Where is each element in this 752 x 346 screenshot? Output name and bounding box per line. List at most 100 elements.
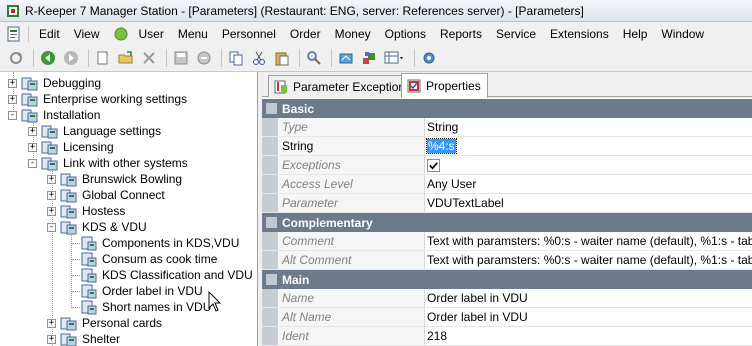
folder-icon	[60, 333, 77, 346]
tree-item-order-label-in-vdu[interactable]: Order label in VDU	[80, 283, 203, 299]
selected-value-text[interactable]: %4:s	[426, 138, 457, 154]
tree-item-personal-cards[interactable]: + Personal cards	[47, 315, 162, 331]
tools-icon	[362, 52, 375, 64]
property-name: Alt Comment	[278, 251, 425, 269]
open-button[interactable]	[116, 49, 135, 68]
collapse-toggle[interactable]: -	[47, 222, 56, 232]
refresh-button[interactable]	[6, 49, 25, 68]
property-value: String	[427, 120, 459, 134]
settings-button[interactable]	[419, 49, 438, 68]
expand-toggle[interactable]: +	[8, 78, 17, 88]
refresh-icon	[9, 52, 22, 64]
tree-item-kds-classification-and-vdu[interactable]: KDS Classification and VDU	[80, 267, 253, 283]
link-button[interactable]	[336, 49, 355, 68]
toolbar-separator	[33, 49, 34, 67]
paste-button[interactable]	[272, 49, 291, 68]
tree-item-short-names-in-vdu[interactable]: Short names in VDU	[80, 299, 211, 315]
property-name: String	[278, 137, 425, 155]
section-header-basic[interactable]: Basic	[262, 99, 752, 118]
expand-toggle[interactable]: +	[47, 334, 56, 344]
tree-item-hostess[interactable]: + Hostess	[47, 203, 125, 219]
open-icon	[118, 51, 132, 64]
save-button[interactable]	[171, 49, 190, 68]
tree-item-label: Consum as cook time	[102, 252, 218, 266]
tools-button[interactable]	[359, 49, 378, 68]
expand-toggle[interactable]: +	[28, 126, 37, 136]
tree-item-label: Licensing	[63, 140, 114, 154]
collapse-section-icon[interactable]	[266, 274, 277, 285]
collapse-toggle[interactable]: -	[8, 110, 17, 120]
tree-item-installation[interactable]: - Installation	[8, 107, 100, 123]
property-value	[425, 156, 752, 174]
menu-user[interactable]: User	[113, 26, 164, 42]
copy-button[interactable]	[226, 49, 245, 68]
collapse-section-icon[interactable]	[266, 217, 277, 228]
collapse-section-icon[interactable]	[266, 103, 277, 114]
expand-toggle[interactable]: +	[47, 174, 56, 184]
string-value-input[interactable]: %4:s	[425, 137, 752, 155]
tree-item-brunswick-bowling[interactable]: + Brunswick Bowling	[47, 171, 182, 187]
property-name: Exceptions	[278, 156, 425, 174]
row-gutter	[262, 175, 278, 193]
toolbar-separator	[221, 49, 222, 67]
property-value: VDUTextLabel	[427, 196, 504, 210]
undo-button[interactable]	[194, 49, 213, 68]
app-icon	[7, 4, 19, 17]
tree-item-label: Installation	[43, 108, 101, 122]
property-name: Access Level	[278, 175, 425, 193]
expand-toggle[interactable]: +	[47, 206, 56, 216]
tree-item-consum-as-cook-time[interactable]: Consum as cook time	[80, 251, 217, 267]
menu-view[interactable]: View	[74, 27, 100, 41]
menu-menu[interactable]: Menu	[178, 27, 208, 41]
tree-item-global-connect[interactable]: + Global Connect	[47, 187, 165, 203]
menu-edit[interactable]: Edit	[39, 27, 60, 41]
exceptions-checkbox[interactable]	[427, 158, 440, 172]
menu-help[interactable]: Help	[623, 27, 648, 41]
tab-properties[interactable]: Properties	[401, 73, 488, 98]
tab-parameter-exceptions[interactable]: Parameter Exceptions	[268, 75, 419, 97]
tree-item-enterprise-working-settings[interactable]: + Enterprise working settings	[8, 91, 187, 107]
toolbar	[0, 45, 752, 72]
folder-open-icon	[21, 109, 38, 123]
new-button[interactable]	[93, 49, 112, 68]
tree-item-kds-vdu[interactable]: - KDS & VDU	[47, 219, 147, 235]
forward-button[interactable]	[61, 49, 80, 68]
property-name: Name	[278, 289, 425, 307]
cut-icon	[252, 51, 265, 65]
document-icon[interactable]	[6, 26, 22, 42]
section-header-complementary[interactable]: Complementary	[262, 213, 752, 232]
menu-order[interactable]: Order	[290, 27, 321, 41]
menu-options[interactable]: Options	[385, 27, 426, 41]
tree-item-debugging[interactable]: + Debugging	[8, 75, 101, 91]
find-button[interactable]	[304, 49, 323, 68]
view-button[interactable]	[382, 49, 406, 68]
expand-toggle[interactable]: +	[28, 142, 37, 152]
tree-item-components-in-kds-vdu[interactable]: Components in KDS,VDU	[80, 235, 239, 251]
tree-item-shelter[interactable]: + Shelter	[47, 331, 120, 346]
collapse-toggle[interactable]: -	[28, 158, 37, 168]
section-header-main[interactable]: Main	[262, 270, 752, 289]
menu-user-label: User	[138, 26, 164, 41]
menu-personnel[interactable]: Personnel	[222, 27, 276, 41]
settings-icon	[423, 52, 434, 64]
back-button[interactable]	[38, 49, 57, 68]
menu-separator	[28, 25, 29, 42]
menu-reports[interactable]: Reports	[440, 27, 482, 41]
cut-button[interactable]	[249, 49, 268, 68]
expand-toggle[interactable]: +	[47, 318, 56, 328]
folder-icon	[60, 173, 77, 187]
menu-service[interactable]: Service	[496, 27, 536, 41]
menu-window[interactable]: Window	[661, 27, 704, 41]
tree-item-licensing[interactable]: + Licensing	[28, 139, 114, 155]
tree-item-link-with-other-systems[interactable]: - Link with other systems	[28, 155, 188, 171]
delete-button[interactable]	[139, 49, 158, 68]
menu-money[interactable]: Money	[335, 27, 371, 41]
expand-toggle[interactable]: +	[47, 190, 56, 200]
folder-icon	[21, 93, 38, 107]
copy-icon	[229, 51, 242, 66]
row-gutter	[262, 194, 278, 212]
expand-toggle[interactable]: +	[8, 94, 17, 104]
tree-item-language-settings[interactable]: + Language settings	[28, 123, 161, 139]
menu-extensions[interactable]: Extensions	[550, 27, 609, 41]
property-row-string[interactable]: String %4:s	[262, 137, 752, 156]
